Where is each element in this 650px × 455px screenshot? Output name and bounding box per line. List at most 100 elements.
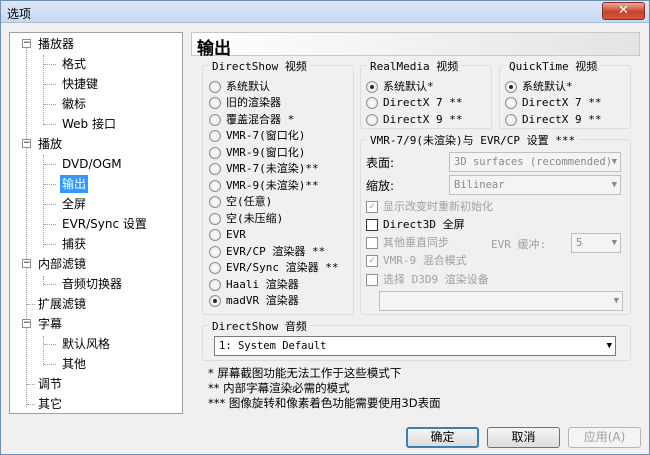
radio-icon[interactable]: [209, 196, 221, 208]
radio-icon[interactable]: [209, 130, 221, 142]
audio-renderer-select[interactable]: 1: System Default ▼: [214, 336, 616, 356]
tree-item-label: 其它: [38, 397, 63, 411]
tree-item-label: 音频切换器: [62, 277, 123, 291]
tree-item-label: 调节: [38, 377, 63, 391]
d3d9-device-select[interactable]: ▼: [379, 291, 623, 311]
checkbox-icon[interactable]: [366, 274, 378, 286]
close-icon: ✕: [618, 3, 629, 18]
radio-label: madVR 渲染器: [226, 294, 299, 307]
radio-icon[interactable]: [209, 147, 221, 159]
tree-item-label: 格式: [62, 57, 87, 71]
checkbox-icon[interactable]: ✓: [366, 201, 378, 213]
page-title: 输出: [197, 39, 231, 59]
radio-label: EVR/Sync 渲染器 **: [226, 261, 339, 274]
radio-icon[interactable]: [209, 213, 221, 225]
radio-label: DirectX 9 **: [522, 113, 602, 126]
radio-icon[interactable]: [505, 81, 517, 93]
tree-item-label: 播放: [38, 137, 63, 151]
tree-connector: [44, 284, 56, 285]
radio-label: 旧的渲染器: [226, 96, 281, 109]
checkbox-label: 选择 D3D9 渲染设备: [383, 273, 489, 286]
chevron-down-icon: ▼: [611, 180, 617, 190]
radio-label: VMR-9(未渲染)**: [226, 179, 319, 192]
radio-label: 系统默认*: [383, 80, 434, 93]
window-title: 选项: [7, 7, 32, 21]
tree-connector: [44, 164, 56, 165]
checkbox-icon[interactable]: [366, 237, 378, 249]
chevron-down-icon: ▼: [611, 157, 617, 167]
evr-buffer-label: EVR 缓冲:: [491, 238, 547, 251]
radio-icon[interactable]: [209, 163, 221, 175]
surface-value: 3D surfaces (recommended): [454, 156, 613, 168]
chevron-down-icon: ▼: [606, 341, 612, 351]
close-button[interactable]: ✕: [602, 2, 645, 20]
tree-item-label: 默认风格: [62, 337, 111, 351]
tree-connector: [44, 124, 56, 125]
chevron-down-icon: ▼: [613, 296, 619, 306]
checkbox-label: 显示改变时重新初始化: [383, 200, 493, 213]
ok-button[interactable]: 确定: [406, 427, 479, 448]
tree-item-label: 扩展滤镜: [38, 297, 87, 311]
resize-label: 缩放:: [366, 179, 395, 193]
tree-connector: [27, 304, 35, 305]
radio-icon[interactable]: [366, 114, 378, 126]
tree-item-label: 徽标: [62, 97, 87, 111]
collapse-icon[interactable]: −: [22, 139, 31, 148]
radio-icon[interactable]: [366, 97, 378, 109]
page-header: 输出: [191, 32, 640, 59]
collapse-icon[interactable]: −: [22, 259, 31, 268]
note-internal-subtitles: ** 内部字幕渲染必需的模式: [208, 381, 350, 395]
collapse-icon[interactable]: −: [22, 319, 31, 328]
checkbox-icon[interactable]: ✓: [366, 255, 378, 267]
tree-line: [43, 336, 44, 366]
radio-icon[interactable]: [209, 180, 221, 192]
options-tree: − 播放器 格式 快捷键 徽标 Web 接口 − 播放 DVD/OGM 输出 全…: [9, 32, 183, 414]
radio-icon[interactable]: [209, 279, 221, 291]
group-title: DirectShow 视频: [209, 58, 310, 74]
evr-buffer-select[interactable]: 5 ▼: [571, 233, 621, 253]
tree-item-label: Web 接口: [62, 117, 116, 131]
tree-item-label: 快捷键: [62, 77, 99, 91]
group-title: DirectShow 音频: [209, 318, 310, 334]
tree-connector: [27, 404, 35, 405]
tree-line: [43, 55, 44, 125]
checkbox-label: VMR-9 混合模式: [383, 254, 467, 267]
radio-icon[interactable]: [209, 295, 221, 307]
tree-item-label: 字幕: [38, 317, 63, 331]
radio-icon[interactable]: [366, 81, 378, 93]
title-bar: 选项 ✕: [1, 1, 649, 23]
tree-connector: [44, 364, 56, 365]
surface-select[interactable]: 3D surfaces (recommended) ▼: [449, 152, 621, 172]
tree-item-label: 其他: [62, 357, 87, 371]
tree-item-label: EVR/Sync 设置: [62, 217, 147, 231]
radio-label: DirectX 9 **: [383, 113, 463, 126]
tree-connector: [44, 244, 56, 245]
radio-label: Haali 渲染器: [226, 278, 299, 291]
evr-buffer-value: 5: [576, 237, 583, 249]
checkbox-label: Direct3D 全屏: [383, 218, 465, 231]
cancel-button[interactable]: 取消: [487, 427, 560, 448]
radio-icon[interactable]: [209, 114, 221, 126]
tree-item-label: DVD/OGM: [62, 157, 122, 171]
radio-icon[interactable]: [209, 81, 221, 93]
radio-icon[interactable]: [209, 246, 221, 258]
radio-icon[interactable]: [209, 229, 221, 241]
checkbox-icon[interactable]: [366, 219, 378, 231]
radio-icon[interactable]: [209, 262, 221, 274]
radio-label: EVR: [226, 228, 246, 241]
tree-item-label: 全屏: [62, 197, 87, 211]
options-dialog: 选项 ✕ − 播放器 格式 快捷键 徽标 Web 接口 − 播放 DVD/OGM…: [0, 0, 650, 455]
radio-icon[interactable]: [505, 114, 517, 126]
resize-select[interactable]: Bilinear ▼: [449, 175, 621, 195]
radio-label: 空(未压缩): [226, 212, 284, 225]
tree-connector: [44, 184, 56, 185]
radio-icon[interactable]: [505, 97, 517, 109]
apply-button[interactable]: 应用(A): [568, 427, 641, 448]
tree-line: [43, 155, 44, 247]
chevron-down-icon: ▼: [611, 238, 617, 248]
collapse-icon[interactable]: −: [22, 39, 31, 48]
radio-icon[interactable]: [209, 97, 221, 109]
radio-label: 覆盖混合器 *: [226, 113, 295, 126]
radio-label: 系统默认: [226, 80, 270, 93]
tree-connector: [44, 224, 56, 225]
